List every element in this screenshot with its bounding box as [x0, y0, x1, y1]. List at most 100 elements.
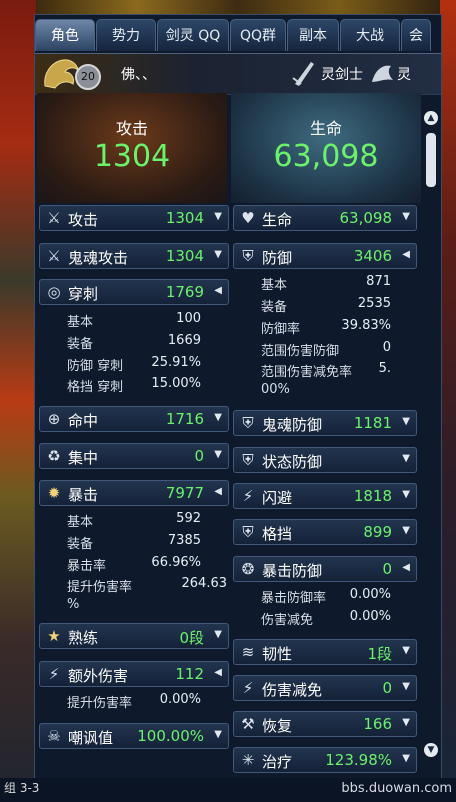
chevron-left-icon: ◀ — [402, 562, 410, 573]
star-icon: ★ — [47, 627, 61, 645]
stat-crit[interactable]: ✹ 暴击 7977 ◀ — [39, 480, 229, 506]
heal-icon: ✳ — [241, 751, 255, 769]
stat-value: 166 — [363, 715, 392, 733]
character-info-panel: 角色 势力 剑灵 QQ QQ群 副本 大战 会 20 佛、、 灵剑士 灵 攻击 … — [34, 14, 442, 792]
tab-qq-group[interactable]: QQ群 — [230, 19, 286, 51]
burst-icon: ✹ — [47, 484, 61, 502]
stat-status-defense[interactable]: ⛨ 状态防御 ▼ — [233, 447, 417, 473]
stat-evade[interactable]: ⚡ 闪避 1818 ▼ — [233, 483, 417, 509]
stat-block[interactable]: ⛨ 格挡 899 ▼ — [233, 519, 417, 545]
stat-ghost-attack[interactable]: ⚔ 鬼魂攻击 1304 ▼ — [39, 243, 229, 269]
chevron-down-icon: ▼ — [402, 453, 410, 464]
scrollbar-thumb[interactable] — [426, 133, 436, 187]
chevron-down-icon: ▼ — [402, 525, 410, 536]
crit-rate-label: 暴击率 — [67, 559, 107, 574]
stat-defense[interactable]: ⛨ 防御 3406 ◀ — [233, 243, 417, 269]
chevron-down-icon: ▼ — [402, 753, 410, 764]
stat-extra-damage[interactable]: ⚡ 额外伤害 112 ◀ — [39, 661, 229, 687]
crit-base-value: 592 — [176, 511, 201, 526]
stat-hp[interactable]: ♥ 生命 63,098 ▼ — [233, 205, 417, 231]
scroll-down-icon[interactable]: ▼ — [424, 743, 438, 757]
stat-value: 1181 — [353, 414, 392, 432]
stat-hit[interactable]: ⊕ 命中 1716 ▼ — [39, 406, 229, 432]
tab-bns-qq[interactable]: 剑灵 QQ — [157, 19, 229, 51]
skull-icon: ☠ — [47, 727, 61, 745]
scroll-up-icon[interactable]: ▲ — [424, 111, 438, 125]
background-game-scene-right — [440, 0, 456, 802]
pierce-block-value: 15.00% — [151, 376, 201, 391]
chevron-down-icon: ▼ — [214, 211, 222, 222]
slash-icon: ⚡ — [48, 665, 60, 683]
heart-icon: ♥ — [241, 209, 255, 227]
stat-value: 100.00% — [137, 727, 204, 745]
chevron-down-icon: ▼ — [402, 681, 410, 692]
stat-value: 0段 — [179, 629, 204, 647]
chevron-down-icon: ▼ — [214, 729, 222, 740]
tab-dungeon[interactable]: 副本 — [287, 19, 339, 51]
stat-label: 熟练 — [68, 629, 99, 647]
tab-battle[interactable]: 大战 — [340, 19, 400, 51]
stat-value: 112 — [175, 665, 204, 683]
tenacity-icon: ≋ — [241, 643, 255, 661]
stat-label: 命中 — [68, 412, 99, 430]
stat-recover[interactable]: ⚒ 恢复 166 ▼ — [233, 711, 417, 737]
chevron-left-icon: ◀ — [214, 667, 222, 678]
stat-damage-reduction[interactable]: ⚡ 伤害减免 0 ▼ — [233, 675, 417, 701]
tab-faction[interactable]: 势力 — [96, 19, 156, 51]
hammer-icon: ⚒ — [241, 715, 255, 733]
pierce-def-label: 防御 穿刺 — [67, 359, 124, 374]
stat-label: 暴击 — [68, 486, 99, 504]
def-range-label: 范围伤害防御 — [261, 344, 340, 359]
def-base-value: 871 — [366, 274, 391, 289]
stat-label: 穿刺 — [68, 285, 99, 303]
level-badge: 20 — [75, 64, 101, 90]
character-name: 佛、、 — [121, 67, 156, 83]
stat-value: 899 — [363, 523, 392, 541]
stat-label: 集中 — [68, 449, 99, 467]
crit-equip-label: 装备 — [67, 537, 94, 552]
attack-summary-value: 1304 — [93, 139, 171, 174]
crit-def-rate-value: 0.00% — [349, 587, 391, 602]
crit-rate-value: 66.96% — [151, 555, 201, 570]
pierce-equip-label: 装备 — [67, 337, 94, 352]
stat-focus[interactable]: ♻ 集中 0 ▼ — [39, 443, 229, 469]
stat-mastery[interactable]: ★ 熟练 0段 ▼ — [39, 623, 229, 649]
stat-attack[interactable]: ⚔ 攻击 1304 ▼ — [39, 205, 229, 231]
stat-label: 额外伤害 — [68, 667, 129, 685]
tab-more[interactable]: 会 — [401, 19, 431, 51]
tab-character[interactable]: 角色 — [35, 19, 95, 51]
scrollbar[interactable]: ▲ ▼ — [424, 111, 438, 771]
stat-value: 1769 — [165, 283, 204, 301]
stat-value: 7977 — [165, 484, 204, 502]
pierce-base-value: 100 — [176, 311, 201, 326]
def-rate-value: 39.83% — [341, 318, 391, 333]
focus-icon: ♻ — [47, 447, 61, 465]
chevron-down-icon: ▼ — [214, 449, 222, 460]
stat-heal[interactable]: ✳ 治疗 123.98% ▼ — [233, 747, 417, 773]
shield-icon: ⛨ — [242, 247, 254, 265]
attack-summary-label: 攻击 — [115, 119, 148, 138]
stat-tenacity[interactable]: ≋ 韧性 1段 ▼ — [233, 639, 417, 665]
def-equip-label: 装备 — [261, 300, 288, 315]
stat-label: 生命 — [262, 211, 293, 229]
stat-label: 治疗 — [262, 753, 293, 771]
class-sword-icon — [292, 62, 314, 86]
chevron-down-icon: ▼ — [402, 416, 410, 427]
stat-crit-defense[interactable]: ❂ 暴击防御 0 ◀ — [233, 556, 417, 582]
crit-equip-value: 7385 — [167, 533, 201, 548]
stat-label: 闪避 — [262, 489, 293, 507]
source-url: bbs.duowan.com — [341, 781, 452, 796]
stat-label: 暴击防御 — [262, 562, 323, 580]
crossed-swords-icon: ⚔ — [47, 209, 61, 227]
race-icon — [372, 65, 393, 82]
chevron-down-icon: ▼ — [402, 489, 410, 500]
stat-label: 嘲讽值 — [68, 729, 114, 747]
def-equip-value: 2535 — [357, 296, 391, 311]
extra-dmg-sub-value: 0.00% — [159, 692, 201, 707]
stat-ghost-defense[interactable]: ⛨ 鬼魂防御 1181 ▼ — [233, 410, 417, 436]
chevron-down-icon: ▼ — [214, 629, 222, 640]
stat-value: 1716 — [165, 410, 204, 428]
stat-value: 1818 — [353, 487, 392, 505]
stat-taunt[interactable]: ☠ 嘲讽值 100.00% ▼ — [39, 723, 229, 749]
stat-pierce[interactable]: ◎ 穿刺 1769 ◀ — [39, 279, 229, 305]
